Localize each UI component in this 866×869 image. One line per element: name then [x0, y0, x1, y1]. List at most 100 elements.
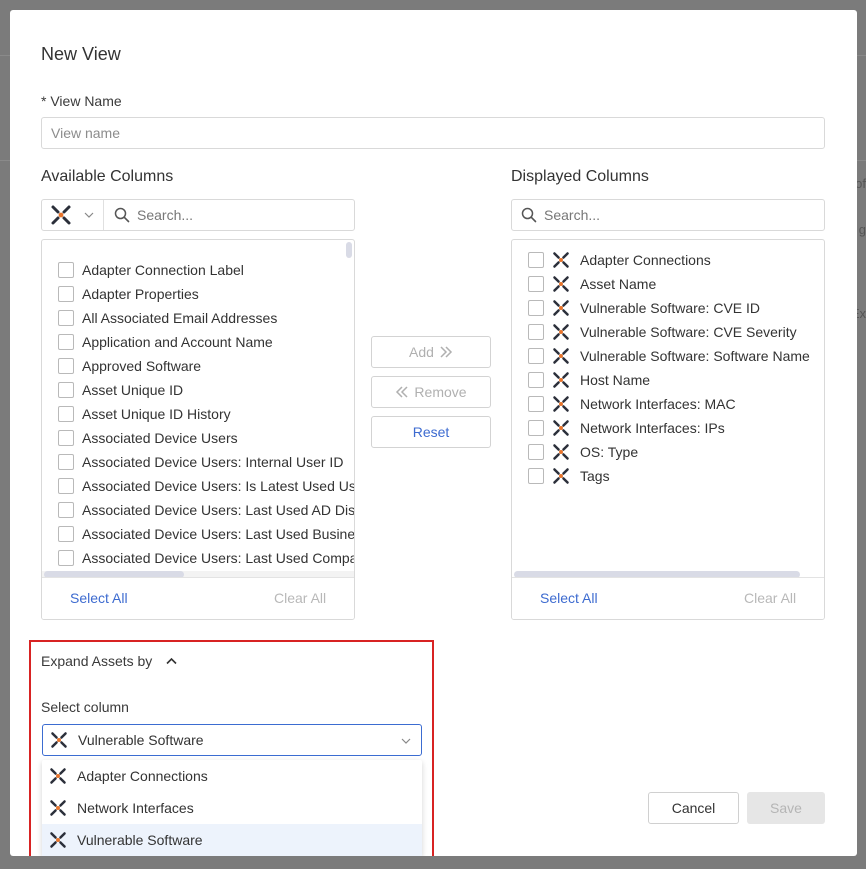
available-clear-all-button[interactable]: Clear All: [274, 590, 326, 606]
checkbox[interactable]: [58, 286, 74, 302]
list-item[interactable]: Associated Device Users: Internal User I…: [58, 450, 343, 474]
expand-assets-title: Expand Assets by: [41, 653, 153, 669]
checkbox[interactable]: [528, 468, 544, 484]
list-item-label: Tags: [580, 468, 610, 484]
checkbox[interactable]: [528, 300, 544, 316]
checkbox[interactable]: [528, 348, 544, 364]
list-item[interactable]: Adapter Connections: [528, 248, 711, 272]
reset-button[interactable]: Reset: [371, 416, 491, 448]
list-item[interactable]: Network Interfaces: IPs: [528, 416, 725, 440]
remove-button[interactable]: Remove: [371, 376, 491, 408]
checkbox[interactable]: [58, 406, 74, 422]
add-button-label: Add: [409, 344, 434, 360]
checkbox[interactable]: [58, 550, 74, 566]
view-name-label: * View Name: [41, 93, 122, 109]
checkbox[interactable]: [58, 334, 74, 350]
available-search-input[interactable]: [137, 206, 347, 224]
checkbox[interactable]: [58, 430, 74, 446]
list-item[interactable]: Host Name: [528, 368, 650, 392]
list-item-label: All Associated Email Addresses: [82, 310, 278, 326]
adapter-icon: [49, 831, 67, 849]
chevron-down-icon: [84, 210, 94, 220]
checkbox[interactable]: [528, 252, 544, 268]
checkbox[interactable]: [528, 276, 544, 292]
list-item[interactable]: Vulnerable Software: CVE ID: [528, 296, 760, 320]
list-item[interactable]: All Associated Email Addresses: [58, 306, 277, 330]
checkbox[interactable]: [58, 310, 74, 326]
list-item[interactable]: Network Interfaces: MAC: [528, 392, 736, 416]
save-button[interactable]: Save: [747, 792, 825, 824]
list-item[interactable]: Adapter Connection Label: [58, 258, 244, 282]
adapter-icon: [552, 251, 570, 269]
displayed-select-all-button[interactable]: Select All: [540, 590, 598, 606]
search-icon: [521, 207, 537, 223]
reset-button-label: Reset: [412, 424, 450, 440]
list-item[interactable]: Asset Name: [528, 272, 656, 296]
dropdown-option-label: Network Interfaces: [77, 800, 194, 816]
dropdown-option[interactable]: Network Interfaces: [42, 792, 422, 824]
list-item-label: Asset Unique ID: [82, 382, 184, 398]
list-item[interactable]: Application and Account Name: [58, 330, 273, 354]
checkbox[interactable]: [528, 444, 544, 460]
checkbox[interactable]: [528, 372, 544, 388]
adapter-icon: [552, 443, 570, 461]
double-chevron-left-icon: [395, 386, 409, 398]
add-button[interactable]: Add: [371, 336, 491, 368]
checkbox[interactable]: [58, 382, 74, 398]
adapter-icon: [49, 799, 67, 817]
displayed-clear-all-button[interactable]: Clear All: [744, 590, 796, 606]
new-view-modal: New View * View Name Available Columns A…: [10, 10, 857, 856]
list-item[interactable]: OS: Type: [528, 440, 638, 464]
expand-column-dropdown: Adapter Connections Network Interfaces Vul…: [42, 760, 422, 856]
displayed-list-footer: Select All Clear All: [512, 577, 824, 619]
adapter-filter-dropdown[interactable]: [42, 200, 104, 230]
displayed-search-input[interactable]: [544, 206, 814, 224]
list-item[interactable]: Associated Device Users: [58, 426, 238, 450]
list-item[interactable]: Tags: [528, 464, 610, 488]
checkbox[interactable]: [58, 358, 74, 374]
list-item-label: Network Interfaces: MAC: [580, 396, 736, 412]
list-item[interactable]: Asset Unique ID History: [58, 402, 231, 426]
adapter-icon: [552, 467, 570, 485]
checkbox[interactable]: [58, 262, 74, 278]
checkbox[interactable]: [528, 396, 544, 412]
list-item-label: Associated Device Users: Is Latest Used …: [82, 478, 354, 494]
adapter-icon: [552, 299, 570, 317]
background-text: g: [858, 222, 866, 237]
expand-column-select[interactable]: Vulnerable Software: [42, 724, 422, 756]
list-item[interactable]: Adapter Properties: [58, 282, 199, 306]
list-item[interactable]: Vulnerable Software: CVE Severity: [528, 320, 797, 344]
dropdown-option[interactable]: Adapter Connections: [42, 760, 422, 792]
available-select-all-button[interactable]: Select All: [70, 590, 128, 606]
select-column-label: Select column: [41, 699, 129, 715]
checkbox[interactable]: [58, 526, 74, 542]
cancel-button[interactable]: Cancel: [648, 792, 739, 824]
list-item[interactable]: Associated Device Users: Last Used Compa…: [58, 546, 354, 570]
adapter-icon: [50, 204, 72, 226]
list-item-label: Approved Software: [82, 358, 202, 374]
dropdown-option[interactable]: Vulnerable Software: [42, 824, 422, 856]
expand-assets-toggle[interactable]: Expand Assets by: [41, 653, 177, 669]
list-item[interactable]: Associated Device Users: Last Used AD Di…: [58, 498, 354, 522]
checkbox[interactable]: [528, 324, 544, 340]
displayed-columns-list: Adapter Connections Asset Name Vulnerable …: [511, 239, 825, 620]
list-item-label: Asset Name: [580, 276, 657, 292]
list-item[interactable]: Associated Device Users: Is Latest Used …: [58, 474, 354, 498]
available-vertical-scrollbar[interactable]: [346, 242, 352, 258]
checkbox[interactable]: [58, 478, 74, 494]
checkbox[interactable]: [528, 420, 544, 436]
view-name-input[interactable]: [41, 117, 825, 149]
list-item-label: Associated Device Users: [82, 430, 238, 446]
list-item[interactable]: Associated Device Users: Last Used Busin…: [58, 522, 354, 546]
adapter-icon: [552, 371, 570, 389]
list-item[interactable]: Vulnerable Software: Software Name: [528, 344, 810, 368]
list-item-label: OS: Type: [580, 444, 639, 460]
checkbox[interactable]: [58, 502, 74, 518]
chevron-down-icon: [401, 736, 411, 746]
list-item[interactable]: Asset Unique ID: [58, 378, 183, 402]
list-item-label: Vulnerable Software: CVE Severity: [580, 324, 797, 340]
modal-title: New View: [41, 44, 121, 64]
list-item-label: Host Name: [580, 372, 651, 388]
list-item[interactable]: Approved Software: [58, 354, 201, 378]
checkbox[interactable]: [58, 454, 74, 470]
